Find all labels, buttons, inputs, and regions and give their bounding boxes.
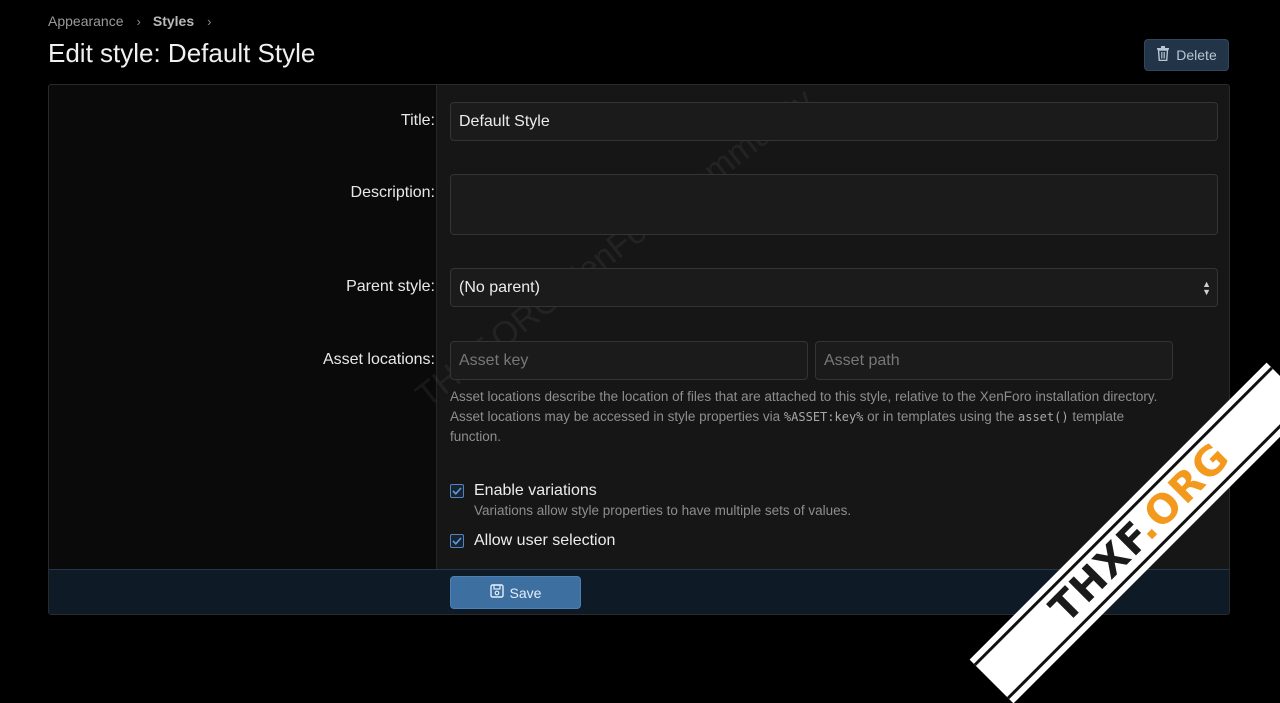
- asset-key-placeholder: Asset key: [459, 351, 529, 369]
- enable-variations-checkbox[interactable]: [450, 484, 464, 498]
- allow-user-selection-checkbox[interactable]: [450, 534, 464, 548]
- save-icon: [489, 584, 504, 601]
- parent-style-label: Parent style:: [346, 278, 435, 295]
- edit-style-form: THXF.ORG XenForo Community Title: Defaul…: [48, 84, 1230, 615]
- breadcrumb: Appearance › Styles ›: [48, 12, 223, 30]
- description-textarea[interactable]: [450, 174, 1218, 235]
- explain-line-1: Asset locations describe the location of…: [450, 389, 1158, 404]
- enable-variations-label: Enable variations: [474, 482, 597, 499]
- title-input[interactable]: Default Style: [450, 102, 1218, 141]
- delete-label: Delete: [1176, 47, 1217, 63]
- explain-code-asset-key: %ASSET:key%: [783, 410, 864, 424]
- title-label: Title:: [400, 112, 435, 129]
- select-arrows-icon: ▲ ▼: [1202, 278, 1211, 297]
- asset-path-placeholder: Asset path: [824, 351, 900, 369]
- explain-line-2: Asset locations may be accessed in style…: [450, 407, 1210, 427]
- explain-line-3: function.: [450, 429, 502, 444]
- allow-user-selection-option[interactable]: Allow user selection: [450, 532, 615, 550]
- title-value: Default Style: [459, 112, 550, 130]
- explain-code-asset-fn: asset(): [1018, 410, 1069, 424]
- parent-style-select[interactable]: (No parent) ▲ ▼: [450, 268, 1218, 307]
- checkmark-icon: [452, 537, 462, 545]
- trash-icon: [1156, 46, 1170, 64]
- asset-path-input[interactable]: Asset path: [815, 341, 1173, 380]
- enable-variations-option[interactable]: Enable variations: [450, 482, 597, 500]
- page-title: Edit style: Default Style: [48, 38, 316, 68]
- allow-user-selection-label: Allow user selection: [474, 532, 616, 549]
- asset-key-input[interactable]: Asset key: [450, 341, 808, 380]
- chevron-right-icon: ›: [136, 13, 141, 29]
- chevron-right-icon: ›: [207, 13, 212, 29]
- description-label: Description:: [350, 184, 435, 201]
- enable-variations-hint: Variations allow style properties to hav…: [474, 503, 852, 518]
- explain-text: template: [1068, 409, 1125, 424]
- explain-text: or in templates using the: [863, 409, 1018, 424]
- label-column: [49, 85, 437, 569]
- asset-locations-label: Asset locations:: [322, 351, 435, 368]
- asset-locations-explain: Asset locations describe the location of…: [450, 387, 1210, 447]
- breadcrumb-styles[interactable]: Styles: [153, 13, 194, 29]
- delete-button[interactable]: Delete: [1144, 39, 1229, 71]
- checkmark-icon: [452, 487, 462, 495]
- explain-text: Asset locations may be accessed in style…: [450, 409, 784, 424]
- breadcrumb-appearance[interactable]: Appearance: [48, 13, 124, 29]
- parent-style-value: (No parent): [459, 278, 540, 296]
- save-label: Save: [509, 584, 542, 601]
- save-button[interactable]: Save: [450, 576, 581, 609]
